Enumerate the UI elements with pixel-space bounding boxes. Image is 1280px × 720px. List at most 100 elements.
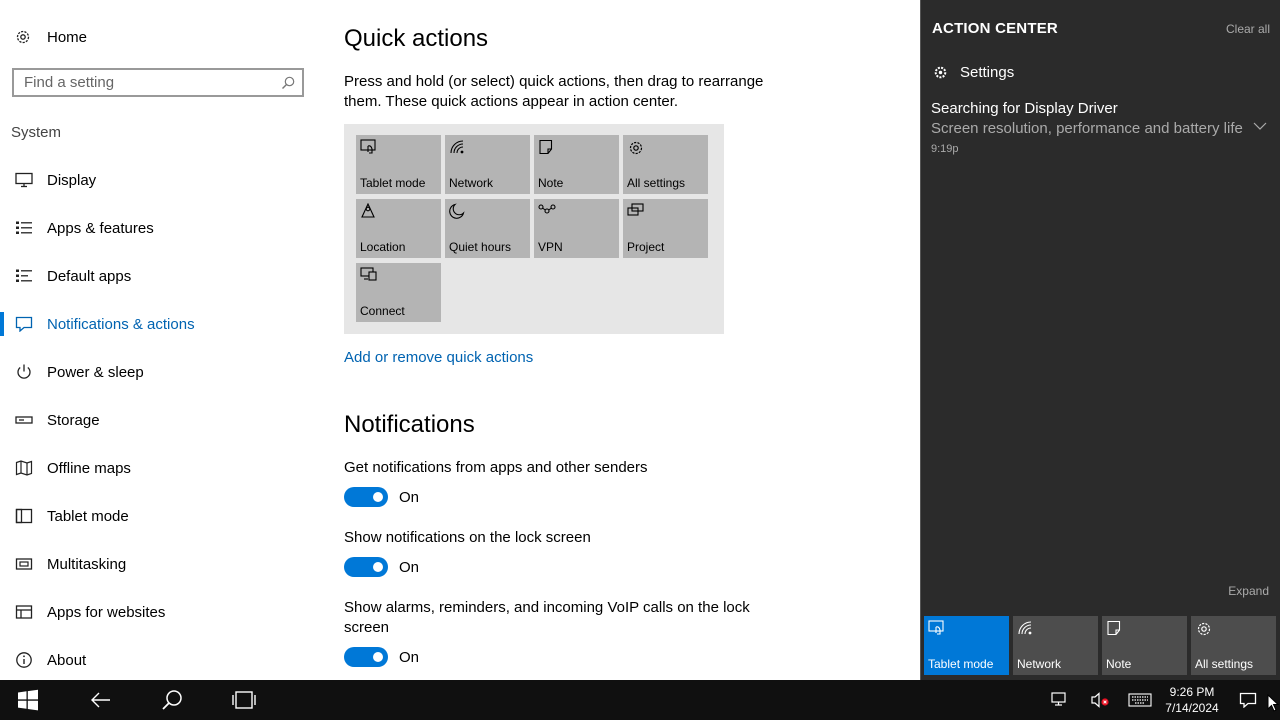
action-center-button[interactable]: [1232, 680, 1264, 720]
sidebar-item-label: Default apps: [47, 267, 132, 285]
ac-tile-network[interactable]: Network: [1013, 616, 1098, 675]
connect-icon: [360, 267, 378, 281]
search-button[interactable]: [152, 680, 192, 720]
multitasking-icon: [14, 555, 34, 573]
volume-button[interactable]: [1084, 680, 1116, 720]
toggle-knob: [373, 492, 383, 502]
toggle-knob: [373, 652, 383, 662]
gear-icon: [933, 65, 948, 80]
ac-tile-note[interactable]: Note: [1102, 616, 1187, 675]
power-icon: [14, 363, 34, 381]
qa-tile-note[interactable]: Note: [534, 135, 619, 194]
qa-tile-quiet-hours[interactable]: Quiet hours: [445, 199, 530, 258]
sidebar-item-multitasking[interactable]: Multitasking: [0, 544, 320, 584]
qa-tile-project[interactable]: Project: [623, 199, 708, 258]
ac-tile-all-settings[interactable]: All settings: [1191, 616, 1276, 675]
tablet-mode-icon: [928, 620, 946, 636]
sidebar-item-tablet-mode[interactable]: Tablet mode: [0, 496, 320, 536]
toggle-knob: [373, 562, 383, 572]
list-icon: [14, 219, 34, 237]
search-icon: [161, 689, 183, 711]
sidebar-item-about[interactable]: About: [0, 640, 320, 680]
setting-label: Show notifications on the lock screen: [344, 529, 591, 546]
sidebar-item-display[interactable]: Display: [0, 160, 320, 200]
sidebar-item-default-apps[interactable]: Default apps: [0, 256, 320, 296]
toggle-state: On: [399, 559, 420, 576]
qa-tile-connect[interactable]: Connect: [356, 263, 441, 322]
expand-button[interactable]: Expand: [1228, 584, 1269, 598]
qa-tile-network[interactable]: Network: [445, 135, 530, 194]
tile-label: Tablet mode: [928, 657, 994, 671]
sidebar-item-apps-websites[interactable]: Apps for websites: [0, 592, 320, 632]
qa-tile-all-settings[interactable]: All settings: [623, 135, 708, 194]
tile-label: All settings: [1195, 657, 1254, 671]
setting-label: Get notifications from apps and other se…: [344, 459, 648, 476]
note-icon: [538, 139, 554, 155]
tile-label: Network: [449, 176, 494, 190]
alarms-toggle[interactable]: [344, 647, 388, 667]
sidebar-item-label: Display: [47, 171, 97, 189]
quick-actions-description: Press and hold (or select) quick actions…: [344, 73, 764, 110]
back-button[interactable]: [80, 680, 120, 720]
qa-tile-location[interactable]: Location: [356, 199, 441, 258]
ac-tile-tablet-mode[interactable]: Tablet mode: [924, 616, 1009, 675]
tile-label: Location: [360, 240, 406, 254]
home-link[interactable]: Home: [14, 24, 87, 50]
search-box[interactable]: [12, 68, 304, 97]
start-button[interactable]: [8, 680, 48, 720]
sidebar-item-label: Notifications & actions: [47, 315, 195, 333]
sidebar-item-notifications[interactable]: Notifications & actions: [0, 304, 320, 344]
storage-icon: [14, 411, 34, 429]
network-icon: [1017, 620, 1035, 636]
touch-keyboard-button[interactable]: [1124, 680, 1156, 720]
notification-icon: [1239, 692, 1257, 708]
task-view-icon: [231, 690, 257, 710]
home-label: Home: [47, 28, 88, 46]
sidebar-item-offline-maps[interactable]: Offline maps: [0, 448, 320, 488]
notification-app-header[interactable]: Settings: [933, 64, 1014, 81]
lock-screen-toggle[interactable]: [344, 557, 388, 577]
tile-label: Note: [538, 176, 564, 190]
volume-muted-icon: [1090, 692, 1110, 708]
sidebar-item-label: About: [47, 651, 87, 669]
windows-logo-icon: [17, 689, 39, 711]
mouse-cursor-icon: [1267, 694, 1279, 712]
gear-icon: [1195, 620, 1213, 638]
taskbar: 9:26 PM 7/14/2024: [0, 680, 1280, 720]
add-remove-quick-actions-link[interactable]: Add or remove quick actions: [344, 349, 533, 366]
notifications-heading: Notifications: [344, 411, 475, 438]
tile-label: Note: [1106, 657, 1132, 671]
qa-tile-tablet-mode[interactable]: Tablet mode: [356, 135, 441, 194]
sidebar-item-power-sleep[interactable]: Power & sleep: [0, 352, 320, 392]
sidebar-item-label: Apps for websites: [47, 603, 166, 621]
vpn-icon: [538, 203, 556, 215]
network-tray-icon: [1051, 692, 1069, 708]
network-tray-button[interactable]: [1044, 680, 1076, 720]
notification-icon: [14, 315, 34, 333]
search-icon[interactable]: [274, 76, 302, 90]
task-view-button[interactable]: [224, 680, 264, 720]
map-icon: [14, 459, 34, 477]
clear-all-button[interactable]: Clear all: [1226, 22, 1270, 36]
project-icon: [627, 203, 645, 217]
info-icon: [14, 651, 34, 669]
toggle-state: On: [399, 649, 420, 666]
taskbar-clock[interactable]: 9:26 PM 7/14/2024: [1160, 684, 1224, 716]
clock-time: 9:26 PM: [1169, 685, 1215, 699]
notification-card[interactable]: Searching for Display Driver Screen reso…: [921, 96, 1279, 162]
gear-icon: [14, 28, 32, 46]
notifications-toggle[interactable]: [344, 487, 388, 507]
notification-title: Searching for Display Driver: [931, 100, 1118, 117]
apps-websites-icon: [14, 603, 34, 621]
location-icon: [360, 203, 376, 219]
moon-icon: [449, 203, 465, 219]
sidebar-item-storage[interactable]: Storage: [0, 400, 320, 440]
sidebar-item-apps-features[interactable]: Apps & features: [0, 208, 320, 248]
search-input[interactable]: [14, 70, 274, 95]
qa-tile-vpn[interactable]: VPN: [534, 199, 619, 258]
chevron-down-icon[interactable]: [1253, 122, 1267, 130]
nav-group-label: System: [11, 124, 62, 141]
selection-indicator: [0, 312, 4, 336]
tile-label: Network: [1017, 657, 1062, 671]
note-icon: [1106, 620, 1122, 636]
